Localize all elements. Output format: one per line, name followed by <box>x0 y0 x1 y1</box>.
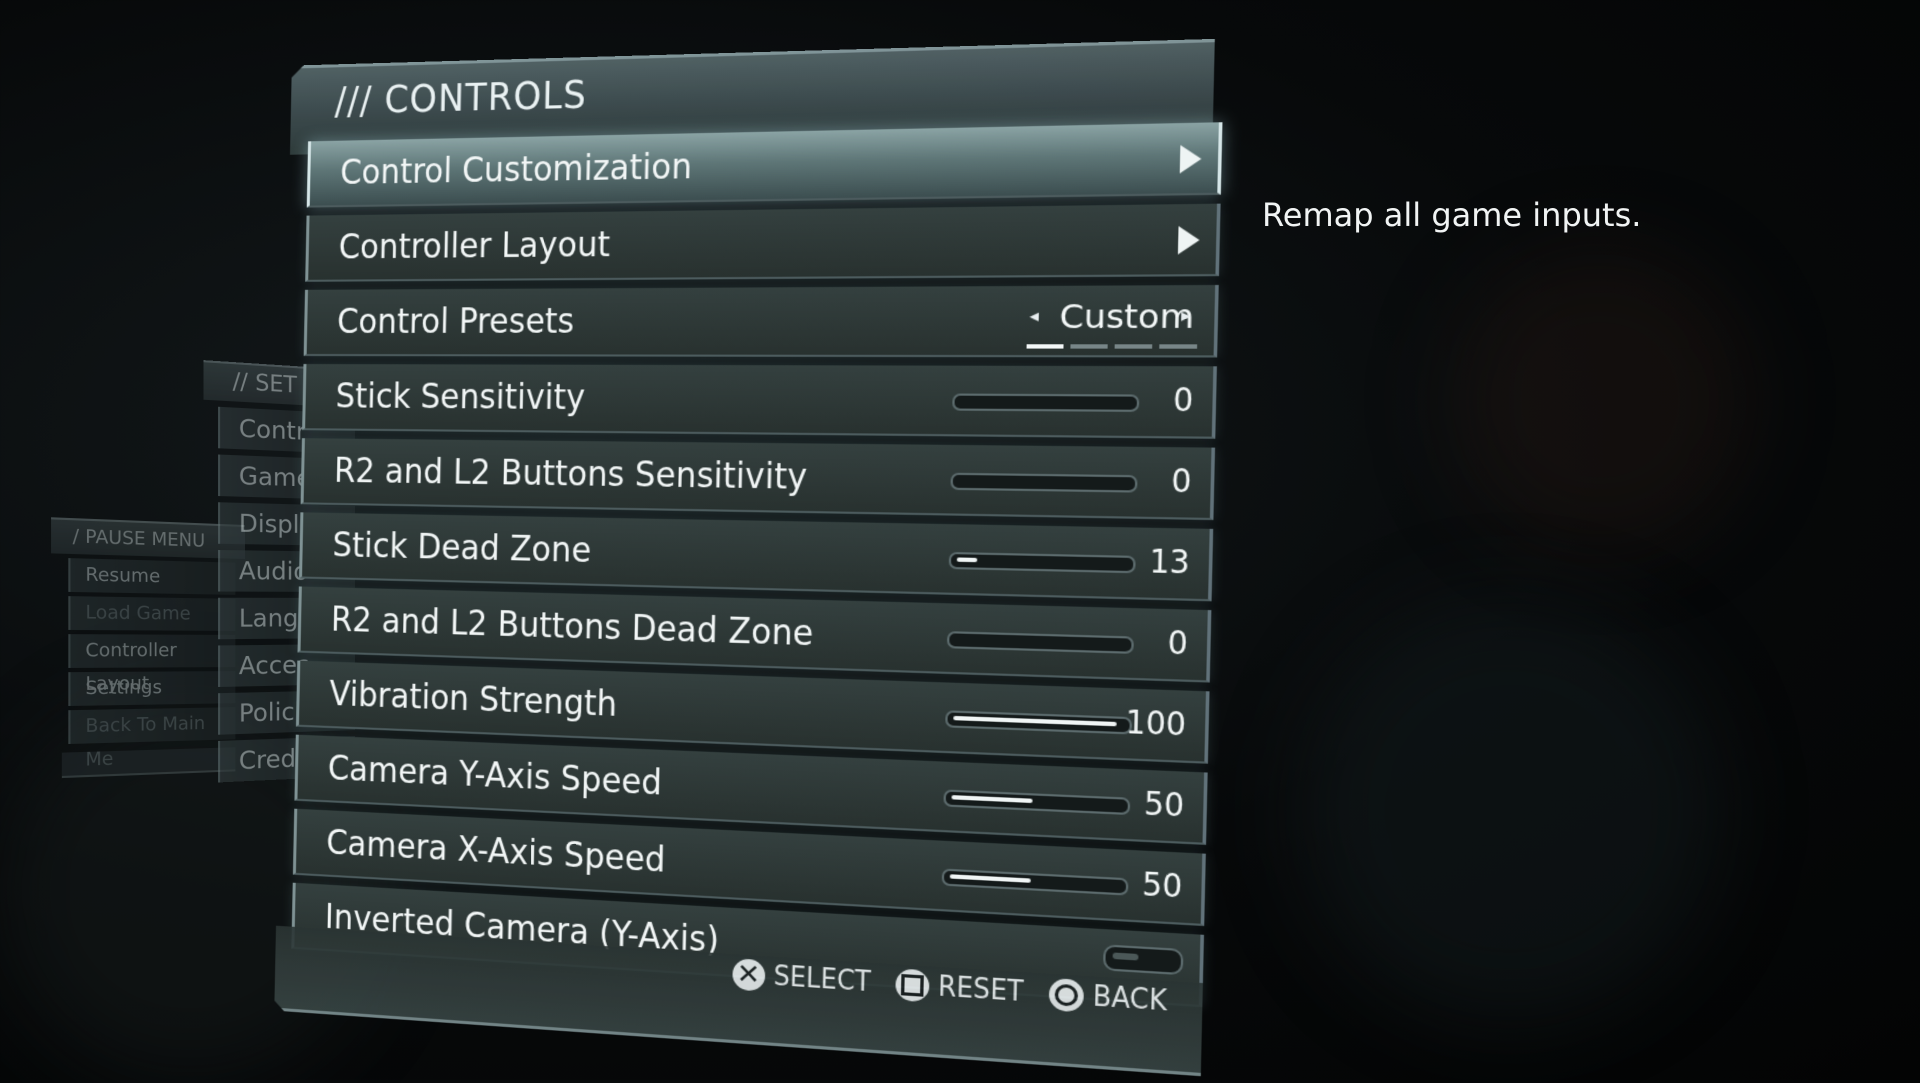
slider-track[interactable] <box>943 789 1130 815</box>
row-label: R2 and L2 Buttons Dead Zone <box>331 599 814 654</box>
chevron-right-icon <box>1178 226 1200 255</box>
row-label: Vibration Strength <box>329 674 618 725</box>
row-controller-layout[interactable]: Controller Layout <box>305 204 1220 282</box>
slider-fill <box>957 557 978 562</box>
cross-button-icon: ✕ <box>732 958 765 992</box>
controls-list: Control Customization Controller Layout … <box>291 122 1222 1016</box>
slider-fill <box>951 795 1032 803</box>
slider-value: 50 <box>1135 866 1183 907</box>
controls-panel: /// CONTROLS Control Customization Contr… <box>272 38 1239 1083</box>
slider-value: 0 <box>1144 462 1192 501</box>
slider-track[interactable] <box>942 868 1129 895</box>
square-button-icon <box>895 968 929 1002</box>
slider-value: 50 <box>1137 785 1185 825</box>
toggle-switch[interactable] <box>1103 944 1184 975</box>
row-label: Control Presets <box>337 301 575 342</box>
row-label: R2 and L2 Buttons Sensitivity <box>334 451 808 499</box>
preset-selector[interactable]: ◂ Custom ▸ <box>1022 296 1198 351</box>
row-label: Stick Dead Zone <box>332 525 592 571</box>
back-label: BACK <box>1092 981 1167 1018</box>
back-hint[interactable]: BACK <box>1048 978 1167 1018</box>
row-control-presets[interactable]: Control Presets ◂ Custom ▸ <box>304 285 1219 358</box>
slider-track[interactable] <box>950 473 1137 493</box>
row-label: Camera Y-Axis Speed <box>328 748 663 804</box>
slider-track[interactable] <box>952 393 1139 411</box>
reset-hint[interactable]: RESET <box>895 968 1024 1008</box>
slider-fill <box>953 716 1116 726</box>
slider-value: 13 <box>1142 543 1190 582</box>
reset-label: RESET <box>938 971 1024 1009</box>
arrow-right-icon[interactable]: ▸ <box>1181 305 1191 326</box>
page-title: /// CONTROLS <box>334 72 587 123</box>
slider-track[interactable] <box>945 710 1132 734</box>
slider-track[interactable] <box>947 631 1134 654</box>
row-label: Camera X-Axis Speed <box>326 822 666 881</box>
preset-value: Custom <box>1059 298 1195 336</box>
option-description: Remap all game inputs. <box>1262 196 1641 234</box>
row-label: Controller Layout <box>338 224 610 267</box>
background-glow <box>1450 250 1750 550</box>
row-stick-sensitivity[interactable]: Stick Sensitivity 0 <box>302 364 1217 439</box>
select-label: SELECT <box>773 961 871 999</box>
slider-track[interactable] <box>949 552 1136 573</box>
slider-value: 0 <box>1146 381 1194 420</box>
preset-page-indicator <box>1027 344 1198 348</box>
toggle-knob <box>1113 952 1139 960</box>
slider-value: 100 <box>1125 704 1187 744</box>
circle-button-icon <box>1048 978 1083 1013</box>
background-glow <box>1300 600 1720 1020</box>
row-label: Control Customization <box>340 146 693 193</box>
arrow-left-icon[interactable]: ◂ <box>1029 305 1039 326</box>
slider-fill <box>950 874 1031 883</box>
chevron-right-icon <box>1180 145 1202 174</box>
row-r2-l2-sensitivity[interactable]: R2 and L2 Buttons Sensitivity 0 <box>301 438 1215 520</box>
slider-value: 0 <box>1140 624 1188 664</box>
row-label: Stick Sensitivity <box>335 376 585 418</box>
row-stick-dead-zone[interactable]: Stick Dead Zone 13 <box>299 512 1213 601</box>
select-hint[interactable]: ✕ SELECT <box>732 958 871 998</box>
